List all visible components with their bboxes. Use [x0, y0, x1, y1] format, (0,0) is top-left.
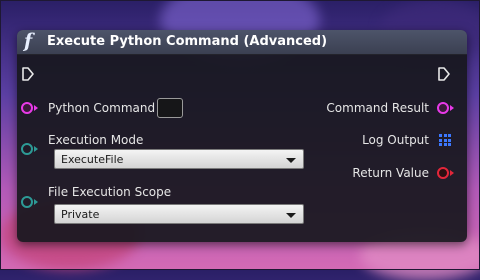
python-command-input[interactable] — [157, 98, 183, 118]
return-value-pin[interactable] — [437, 167, 449, 179]
command-result-pin[interactable] — [437, 102, 449, 114]
file-execution-scope-dropdown[interactable]: Private — [54, 204, 304, 224]
exec-input-pin[interactable] — [21, 67, 35, 81]
chevron-down-icon — [286, 213, 296, 218]
chevron-down-icon — [286, 158, 296, 163]
exec-output-pin[interactable] — [437, 67, 451, 81]
pin-arrow-icon — [450, 105, 454, 111]
execution-mode-pin[interactable] — [21, 143, 33, 155]
function-icon: f — [24, 30, 33, 52]
return-value-label: Return Value — [352, 166, 429, 180]
file-execution-scope-label: File Execution Scope — [48, 185, 172, 199]
file-execution-scope-pin[interactable] — [21, 196, 33, 208]
pin-arrow-icon — [450, 170, 454, 176]
array-pin-icon[interactable] — [439, 134, 451, 146]
pin-arrow-icon — [34, 199, 38, 205]
python-command-pin[interactable] — [21, 102, 33, 114]
pin-arrow-icon — [34, 105, 38, 111]
execution-mode-label: Execution Mode — [48, 133, 144, 147]
command-result-label: Command Result — [326, 101, 429, 115]
blueprint-node[interactable]: f Execute Python Command (Advanced) Pyth… — [17, 30, 467, 242]
pin-arrow-icon — [34, 146, 38, 152]
execution-mode-value: ExecuteFile — [61, 153, 124, 166]
node-title: Execute Python Command (Advanced) — [47, 34, 328, 49]
log-output-label: Log Output — [362, 133, 429, 147]
python-command-label: Python Command — [48, 101, 156, 115]
execution-mode-dropdown[interactable]: ExecuteFile — [54, 149, 304, 169]
node-header[interactable]: f Execute Python Command (Advanced) — [17, 30, 467, 55]
file-execution-scope-value: Private — [61, 208, 100, 221]
